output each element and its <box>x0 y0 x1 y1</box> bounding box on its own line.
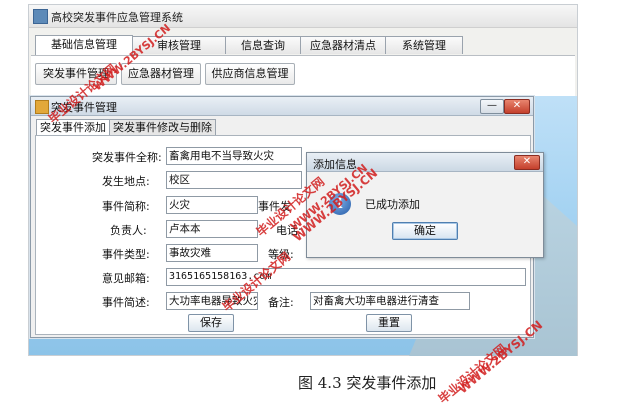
tab-basic-info[interactable]: 基础信息管理 <box>35 35 133 55</box>
tab-equipment-count[interactable]: 应急器材清点 <box>300 36 386 54</box>
tab-system[interactable]: 系统管理 <box>385 36 463 54</box>
dialog-close-button[interactable]: ✕ <box>514 155 540 170</box>
tab-event-add[interactable]: 突发事件添加 <box>36 119 110 135</box>
note-field[interactable]: 对畜禽大功率电器进行清查 <box>310 292 470 310</box>
full-name-field[interactable]: 畜禽用电不当导致火灾 <box>166 147 302 165</box>
tab-info-query[interactable]: 信息查询 <box>225 36 301 54</box>
leader-field[interactable]: 卢本本 <box>166 220 258 238</box>
supplier-management-button[interactable]: 供应商信息管理 <box>205 63 295 85</box>
full-name-label: 突发事件全称: <box>92 151 162 164</box>
figure-caption: 图 4.3 突发事件添加 <box>298 374 437 392</box>
app-icon <box>33 9 48 24</box>
reset-button[interactable]: 重置 <box>366 314 412 332</box>
equipment-management-button[interactable]: 应急器材管理 <box>121 63 201 85</box>
note-label: 备注: <box>268 296 294 309</box>
main-tab-bar: 基础信息管理 审核管理 信息查询 应急器材清点 系统管理 <box>35 35 465 55</box>
location-label: 发生地点: <box>102 175 150 188</box>
frame-titlebar: 突发事件管理 — ✕ <box>31 97 533 116</box>
description-label: 事件简述: <box>102 296 150 309</box>
location-field[interactable]: 校区 <box>166 171 302 189</box>
main-titlebar: 高校突发事件应急管理系统 <box>29 5 577 28</box>
event-type-label: 事件类型: <box>102 248 150 261</box>
email-label: 意见邮箱: <box>102 272 150 285</box>
ok-button[interactable]: 确定 <box>392 222 458 240</box>
email-field[interactable]: 3165165158163.com <box>166 268 526 286</box>
leader-label: 负责人: <box>110 224 147 237</box>
minimize-button[interactable]: — <box>480 99 504 114</box>
save-button[interactable]: 保存 <box>188 314 234 332</box>
short-name-label: 事件简称: <box>102 200 150 213</box>
dialog-titlebar: 添加信息 ✕ <box>307 153 543 172</box>
event-type-field[interactable]: 事故灾难 <box>166 244 258 262</box>
frame-close-button[interactable]: ✕ <box>504 99 530 114</box>
dialog-message: 已成功添加 <box>365 198 420 211</box>
tab-event-edit-delete[interactable]: 突发事件修改与删除 <box>109 119 216 135</box>
short-name-field[interactable]: 火灾 <box>166 196 258 214</box>
